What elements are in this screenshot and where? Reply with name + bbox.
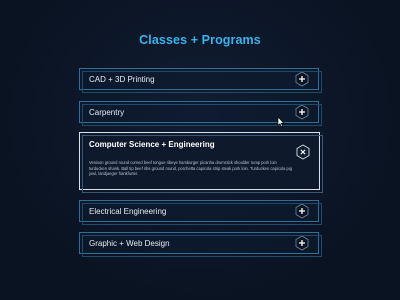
close-icon[interactable]: [295, 144, 311, 160]
accordion-item-computer-science-engineering[interactable]: Computer Science + Engineering Venison g…: [79, 132, 323, 193]
plus-icon[interactable]: [294, 104, 310, 120]
accordion-item-electrical-engineering[interactable]: Electrical Engineering: [79, 200, 322, 225]
accordion-item-label: CAD + 3D Printing: [89, 74, 155, 84]
accordion-item-label: Computer Science + Engineering: [89, 140, 215, 149]
accordion-item-body: Venison ground round corned beef tongue …: [89, 160, 292, 177]
plus-icon[interactable]: [294, 235, 310, 251]
accordion-item-label: Carpentry: [89, 107, 125, 117]
mouse-cursor-icon: [277, 116, 285, 128]
accordion-item-label: Electrical Engineering: [89, 206, 167, 216]
plus-icon[interactable]: [294, 203, 310, 219]
accordion-item-cad-3d-printing[interactable]: CAD + 3D Printing: [79, 68, 322, 93]
accordion-item-graphic-web-design[interactable]: Graphic + Web Design: [79, 232, 322, 257]
page-title: Classes + Programs: [139, 33, 261, 47]
plus-icon[interactable]: [294, 71, 310, 87]
accordion-item-label: Graphic + Web Design: [89, 238, 170, 248]
